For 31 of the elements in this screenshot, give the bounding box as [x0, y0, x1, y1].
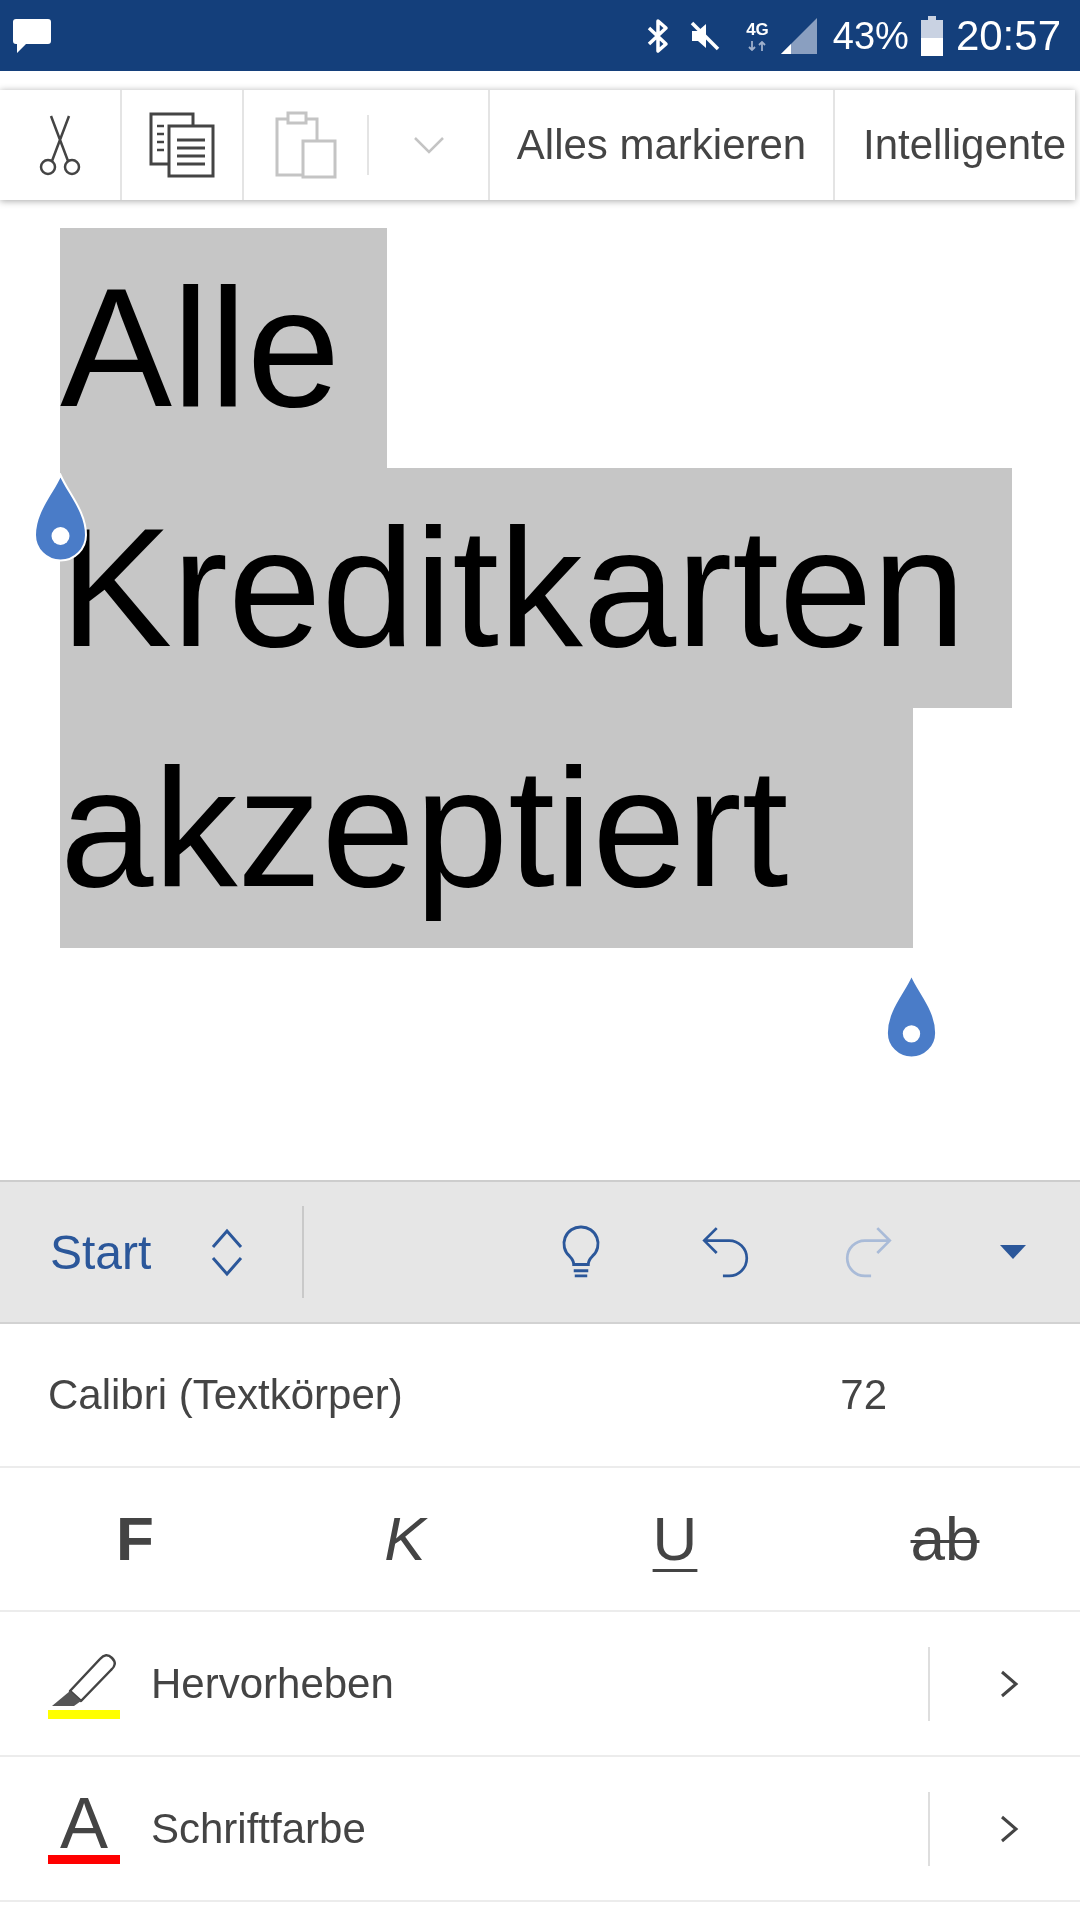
- chevron-right-icon[interactable]: [999, 1814, 1019, 1843]
- font-color-icon: A: [60, 1793, 108, 1852]
- toolbar-button[interactable]: Alles markieren: [490, 90, 835, 200]
- italic-button[interactable]: K: [378, 1503, 432, 1575]
- strikethrough-button[interactable]: ab: [904, 1503, 986, 1575]
- copy-icon: [149, 112, 215, 178]
- chevron-down-icon: [412, 136, 445, 154]
- battery-percent: 43%: [832, 16, 909, 55]
- muted-speaker-icon: [689, 20, 722, 51]
- caret-down-icon: [1000, 1245, 1026, 1259]
- scissors-icon: [39, 114, 81, 176]
- lightbulb-icon: [561, 1225, 601, 1279]
- redo-icon: [844, 1224, 894, 1280]
- ribbon-tab-button[interactable]: Start: [50, 1224, 245, 1280]
- battery-icon: [919, 15, 944, 56]
- menu-item-label[interactable]: Hervorheben: [151, 1659, 394, 1708]
- clock: 20:57: [955, 14, 1061, 57]
- menu-item-label[interactable]: Schriftfarbe: [151, 1804, 366, 1853]
- bold-button[interactable]: F: [110, 1503, 160, 1575]
- font-name-dropdown[interactable]: Calibri (Textkörper): [48, 1371, 403, 1419]
- chevron-up-down-icon: [210, 1226, 245, 1278]
- signal-icon: [780, 17, 817, 54]
- data-arrows-icon: [747, 40, 768, 51]
- chevron-right-icon[interactable]: [999, 1669, 1019, 1698]
- underline-button[interactable]: U: [646, 1503, 704, 1575]
- network-type-label: 4G: [746, 20, 769, 39]
- font-size-dropdown[interactable]: 72: [840, 1371, 887, 1419]
- chat-bubble-icon: [12, 17, 52, 54]
- toolbar-button[interactable]: Intelligente: [835, 90, 1075, 200]
- undo-icon: [700, 1224, 750, 1280]
- clipboard-icon: [274, 111, 337, 179]
